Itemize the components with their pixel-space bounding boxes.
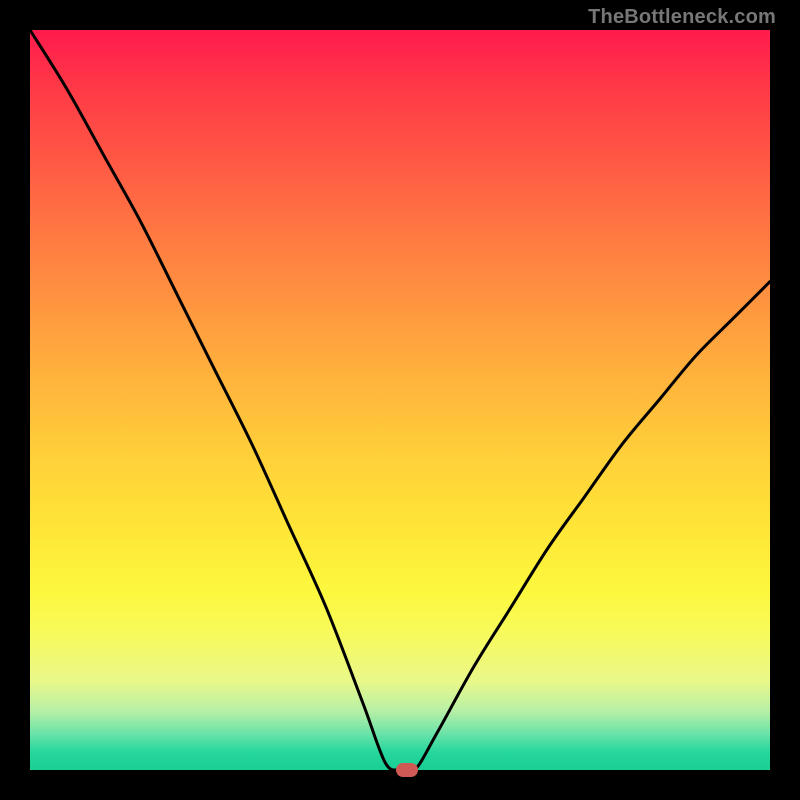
optimal-point-marker bbox=[396, 763, 418, 777]
bottleneck-curve bbox=[30, 30, 770, 770]
plot-area bbox=[30, 30, 770, 770]
watermark-text: TheBottleneck.com bbox=[588, 6, 776, 29]
chart-frame: TheBottleneck.com bbox=[0, 0, 800, 800]
